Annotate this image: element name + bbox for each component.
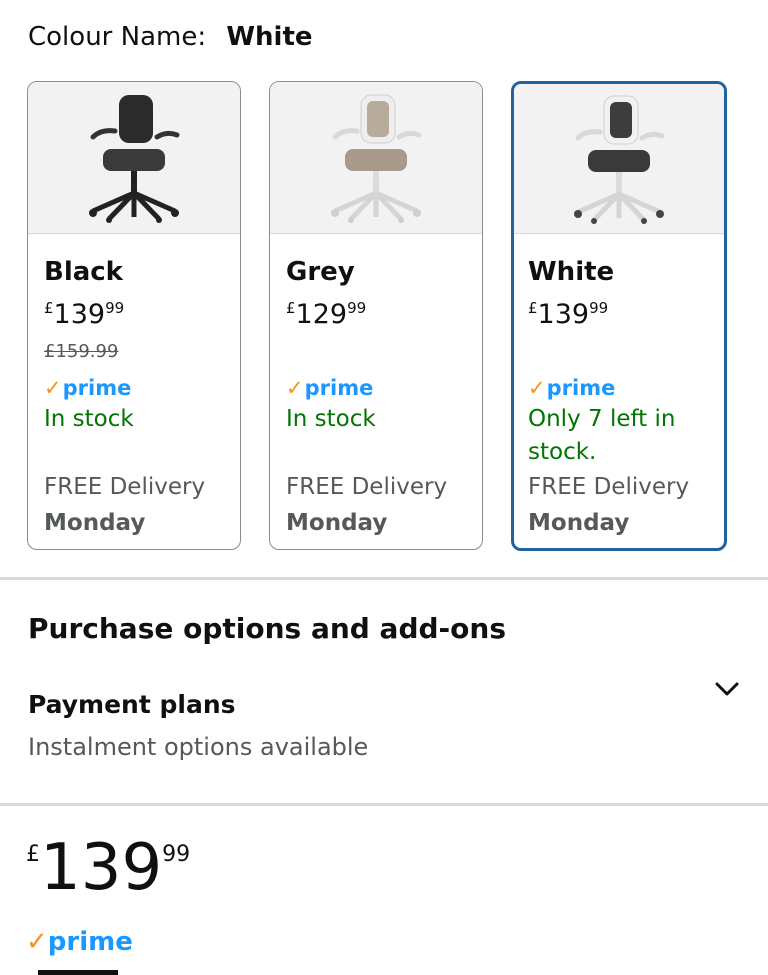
office-chair-image: [574, 95, 665, 224]
price-currency: £: [528, 299, 538, 317]
price-whole: 139: [53, 299, 106, 330]
prime-text: prime: [546, 376, 616, 400]
section-divider: [0, 803, 768, 806]
price-whole: 139: [40, 831, 163, 905]
prime-badge: ✓prime: [286, 373, 482, 403]
price-fraction: 99: [162, 842, 191, 867]
variant-image-grey: [270, 82, 482, 234]
payment-plans-title[interactable]: Payment plans: [28, 690, 236, 719]
colour-name-row: Colour Name: White: [28, 22, 313, 52]
variant-card-white[interactable]: White £13999 ✓prime Only 7 left in stock…: [511, 81, 727, 551]
prime-text: prime: [304, 376, 374, 400]
variant-name: White: [528, 257, 615, 287]
chevron-down-icon[interactable]: [712, 674, 742, 704]
purchase-options-title: Purchase options and add-ons: [28, 612, 506, 645]
variant-image-black: [28, 82, 240, 234]
price-currency: £: [286, 299, 296, 317]
price-currency: £: [26, 842, 40, 867]
stock-status: In stock: [286, 406, 376, 432]
variant-card-black[interactable]: Black £13999 £159.99 ✓prime In stock FRE…: [27, 81, 241, 550]
bottom-edge-bar: [38, 970, 118, 975]
office-chair-image: [89, 94, 180, 223]
office-chair-image: [331, 94, 422, 223]
delivery-day: Monday: [44, 510, 146, 536]
prime-text: prime: [62, 376, 132, 400]
delivery-text: FREE Delivery: [44, 474, 206, 500]
colour-name-value: White: [226, 22, 313, 52]
section-divider: [0, 577, 768, 580]
was-price: £159.99: [44, 341, 119, 362]
price-whole: 139: [537, 299, 590, 330]
variant-price: £13999: [44, 290, 240, 333]
prime-check-icon: ✓: [26, 927, 48, 957]
summary-price: £13999: [26, 832, 190, 904]
variant-name: Grey: [286, 257, 355, 287]
was-price: [528, 337, 724, 367]
colour-name-label: Colour Name:: [28, 22, 207, 52]
variant-image-white: [514, 84, 724, 234]
prime-badge: ✓prime: [26, 927, 133, 957]
payment-plans-subtitle: Instalment options available: [28, 733, 369, 761]
prime-check-icon: ✓: [44, 376, 62, 400]
stock-status: Only 7 left in stock.: [528, 406, 676, 465]
delivery-text: FREE Delivery: [528, 474, 690, 500]
variant-price: £13999: [528, 290, 724, 333]
delivery-day: Monday: [528, 510, 630, 536]
price-fraction: 99: [589, 299, 609, 317]
prime-badge: ✓prime: [528, 373, 724, 403]
price-fraction: 99: [105, 299, 125, 317]
prime-check-icon: ✓: [528, 376, 546, 400]
variant-name: Black: [44, 257, 123, 287]
prime-badge: ✓prime: [44, 373, 240, 403]
delivery-text: FREE Delivery: [286, 474, 448, 500]
stock-status: In stock: [44, 406, 134, 432]
price-currency: £: [44, 299, 54, 317]
variant-price: £12999: [286, 290, 482, 333]
variant-card-grey[interactable]: Grey £12999 ✓prime In stock FREE Deliver…: [269, 81, 483, 550]
prime-check-icon: ✓: [286, 376, 304, 400]
delivery-day: Monday: [286, 510, 388, 536]
price-whole: 129: [295, 299, 348, 330]
was-price: [286, 337, 482, 367]
prime-text: prime: [47, 927, 133, 957]
price-fraction: 99: [347, 299, 367, 317]
